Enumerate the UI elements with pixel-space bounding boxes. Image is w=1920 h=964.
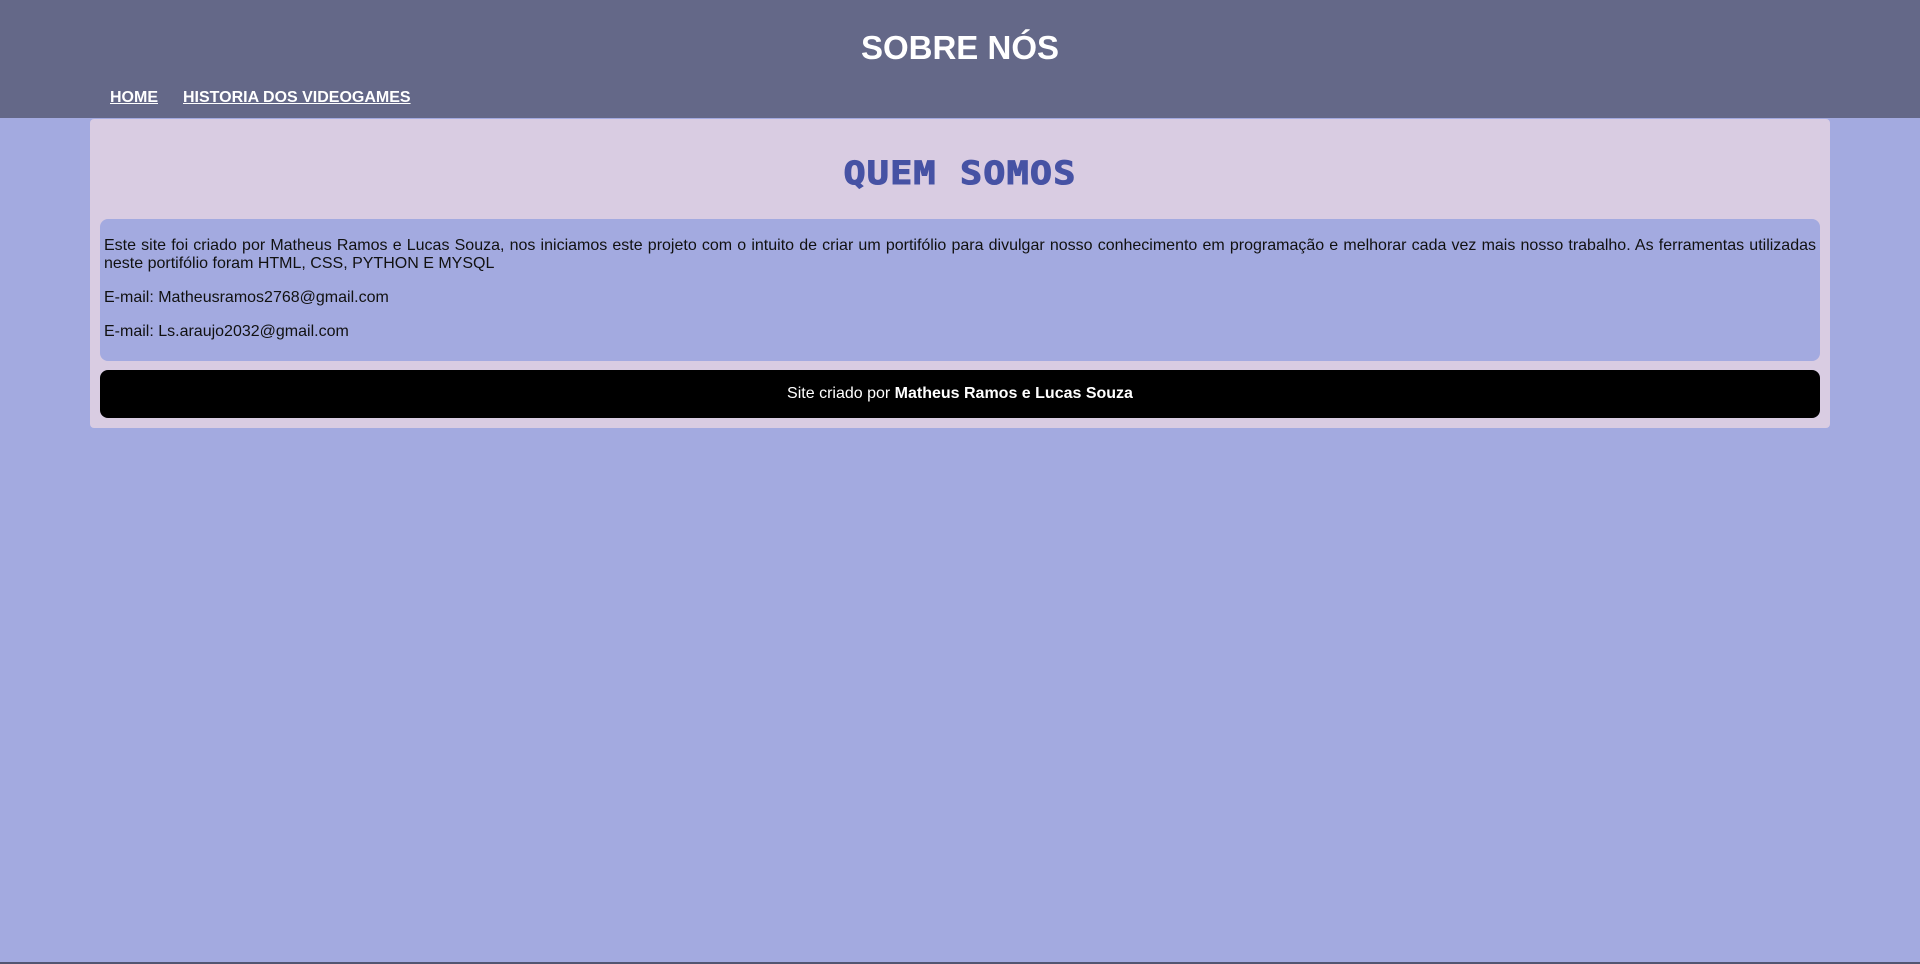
site-footer: Site criado por Matheus Ramos e Lucas So… (100, 370, 1820, 418)
about-box: Este site foi criado por Matheus Ramos e… (100, 219, 1820, 361)
section-heading: QUEM SOMOS (843, 154, 1077, 193)
nav-link-home[interactable]: HOME (110, 88, 158, 108)
email-lucas: E-mail: Ls.araujo2032@gmail.com (104, 323, 349, 340)
about-description: Este site foi criado por Matheus Ramos e… (104, 237, 1816, 272)
page-title: SOBRE NÓS (860, 29, 1060, 66)
footer-authors: Matheus Ramos e Lucas Souza (894, 385, 1133, 402)
footer-prefix: Site criado por (787, 385, 895, 402)
site-header: SOBRE NÓS HOME HISTORIA DOS VIDEOGAMES (0, 0, 1920, 118)
main-nav: HOME HISTORIA DOS VIDEOGAMES (110, 88, 411, 108)
email-matheus: E-mail: Matheusramos2768@gmail.com (104, 289, 389, 306)
main-panel: QUEM SOMOS Este site foi criado por Math… (90, 119, 1830, 428)
nav-link-historia-dos-videogames[interactable]: HISTORIA DOS VIDEOGAMES (183, 88, 411, 108)
